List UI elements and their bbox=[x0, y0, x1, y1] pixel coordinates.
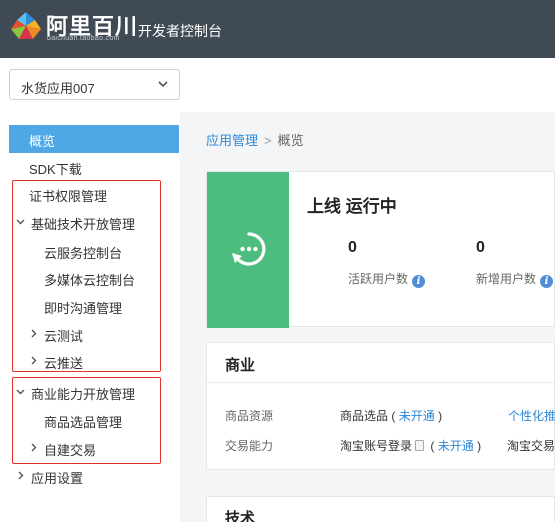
baichuan-logo-icon[interactable] bbox=[10, 11, 42, 43]
sidebar-item-label: SDK下载 bbox=[29, 162, 82, 177]
row-item: 商品选品 bbox=[340, 409, 389, 423]
taobao-trade-text: 淘宝交易 bbox=[507, 439, 555, 453]
sidebar-item-label: 即时沟通管理 bbox=[44, 301, 123, 316]
business-card-header: 商业 bbox=[207, 343, 555, 383]
document-icon[interactable] bbox=[415, 440, 425, 451]
sidebar-item-im[interactable]: 即时沟通管理 bbox=[9, 292, 179, 320]
stat-value-active-users: 0 bbox=[348, 239, 357, 256]
top-bar: 阿里百川 baichuan.taobao.com 开发者控制台 bbox=[0, 0, 555, 58]
chevron-right-icon bbox=[31, 443, 37, 452]
sidebar-item-label: 云服务控制台 bbox=[44, 246, 123, 261]
business-card: 商业 商品资源 商品选品 ( 未开通 ) 个性化推 交易能力 淘宝账号登录 ( … bbox=[206, 342, 555, 470]
breadcrumb-link-app-management[interactable]: 应用管理 bbox=[206, 133, 258, 148]
row-label-trade-capability: 交易能力 bbox=[225, 439, 274, 453]
personalized-recommend-link[interactable]: 个性化推 bbox=[508, 407, 555, 424]
sidebar-item-label: 云测试 bbox=[44, 329, 84, 344]
sidebar-item-label: 云推送 bbox=[44, 356, 84, 371]
info-icon[interactable]: i bbox=[540, 275, 554, 288]
chevron-right-icon bbox=[18, 471, 24, 480]
info-icon[interactable]: i bbox=[412, 275, 426, 288]
row-taobao-login: 淘宝账号登录 ( 未开通 ) bbox=[340, 437, 481, 454]
sidebar-item-label: 概览 bbox=[29, 134, 56, 149]
breadcrumb: 应用管理 > 概览 bbox=[206, 130, 304, 149]
tech-card: 技术 bbox=[206, 496, 555, 522]
logo-domain: baichuan.taobao.com bbox=[47, 35, 120, 42]
status-card: 上线 运行中 0 活跃用户数 i 0 新增用户数 i bbox=[206, 171, 555, 328]
sidebar-item-label: 证书权限管理 bbox=[29, 189, 108, 204]
row-item: 淘宝账号登录 bbox=[340, 439, 413, 453]
not-activated-link[interactable]: 未开通 bbox=[438, 439, 474, 453]
not-activated-link[interactable]: 未开通 bbox=[399, 409, 435, 423]
chat-refresh-icon bbox=[232, 232, 266, 266]
sidebar-item-business[interactable]: 商业能力开放管理 bbox=[9, 378, 179, 406]
sidebar-item-label: 自建交易 bbox=[44, 443, 97, 458]
app-selector-value: 水货应用007 bbox=[21, 81, 95, 96]
sidebar-item-label: 商品选品管理 bbox=[44, 415, 123, 430]
sidebar-item-certificate[interactable]: 证书权限管理 bbox=[9, 180, 179, 208]
stat-active-users: 活跃用户数 i bbox=[348, 270, 426, 288]
sidebar-item-basic-tech[interactable]: 基础技术开放管理 bbox=[9, 208, 179, 236]
sidebar-item-label: 多媒体云控制台 bbox=[44, 273, 136, 288]
sidebar-item-cloud-test[interactable]: 云测试 bbox=[9, 320, 179, 348]
chevron-right-icon bbox=[31, 356, 37, 365]
chevron-right-icon bbox=[31, 329, 37, 338]
chevron-down-icon bbox=[16, 219, 25, 225]
paren-open: ( bbox=[391, 409, 396, 423]
paren-close: ) bbox=[477, 439, 482, 453]
stat-value-new-users: 0 bbox=[476, 239, 485, 256]
sidebar-item-cloud-service[interactable]: 云服务控制台 bbox=[9, 237, 179, 265]
sidebar-item-label: 应用设置 bbox=[31, 471, 84, 486]
chevron-down-icon bbox=[158, 81, 168, 88]
sidebar-item-multimedia[interactable]: 多媒体云控制台 bbox=[9, 264, 179, 292]
sidebar-item-overview[interactable]: 概览 bbox=[9, 125, 179, 153]
breadcrumb-separator: > bbox=[264, 133, 272, 148]
status-icon-area bbox=[207, 172, 289, 328]
tech-title: 技术 bbox=[225, 510, 256, 522]
console-title: 开发者控制台 bbox=[138, 23, 222, 39]
row-product-selection: 商品选品 ( 未开通 ) bbox=[340, 407, 442, 424]
sidebar-item-cloud-push[interactable]: 云推送 bbox=[9, 347, 179, 375]
paren-open: ( bbox=[430, 439, 435, 453]
sidebar-item-app-settings[interactable]: 应用设置 bbox=[9, 462, 179, 490]
sidebar-item-label: 商业能力开放管理 bbox=[31, 387, 136, 402]
breadcrumb-current: 概览 bbox=[277, 133, 304, 148]
sidebar-item-label: 基础技术开放管理 bbox=[31, 217, 136, 232]
sidebar-item-self-trade[interactable]: 自建交易 bbox=[9, 434, 179, 462]
row-label-product-resources: 商品资源 bbox=[225, 409, 274, 423]
stat-label-text: 活跃用户数 bbox=[348, 272, 409, 286]
sidebar-item-product-selection[interactable]: 商品选品管理 bbox=[9, 406, 179, 434]
sidebar-item-sdk-download[interactable]: SDK下载 bbox=[9, 153, 179, 181]
chevron-down-icon bbox=[16, 389, 25, 395]
status-title: 上线 运行中 bbox=[307, 197, 397, 216]
paren-close: ) bbox=[438, 409, 443, 423]
app-selector[interactable]: 水货应用007 bbox=[9, 69, 180, 100]
business-title: 商业 bbox=[225, 357, 256, 374]
stat-label-text: 新增用户数 bbox=[476, 272, 537, 286]
stat-new-users: 新增用户数 i bbox=[476, 270, 554, 288]
